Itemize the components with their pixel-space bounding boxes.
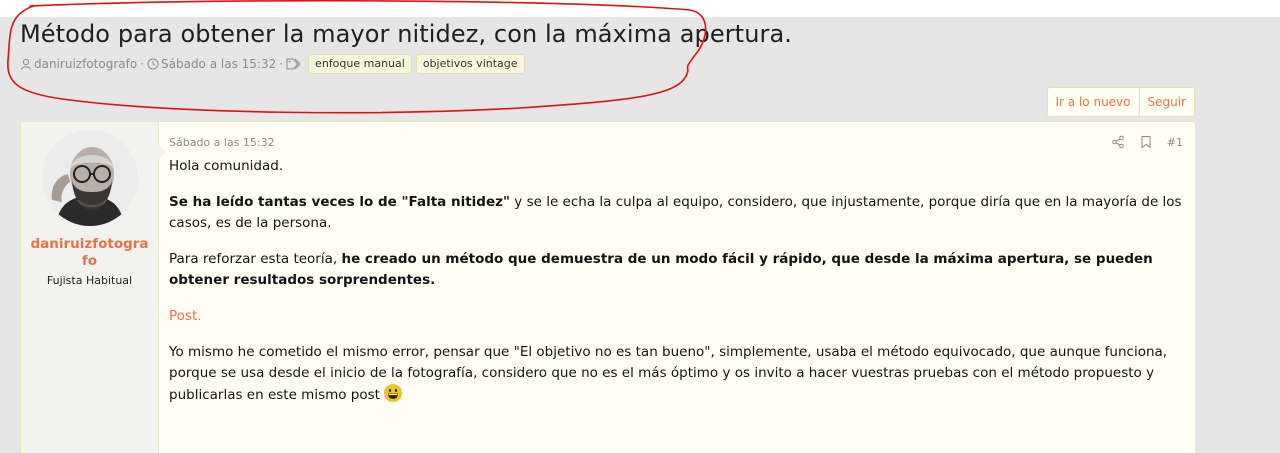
user-icon [20,58,32,70]
share-icon[interactable] [1111,135,1125,149]
avatar[interactable] [41,130,138,226]
post-username[interactable]: daniruizfotografo [30,236,150,270]
post-message: daniruizfotografo Fujista Habitual Sábad… [20,121,1196,453]
tags-icon [286,58,302,70]
post-header: Sábado a las 15:32 #1 [169,134,1183,150]
thread-header: Método para obtener la mayor nitidez, co… [20,18,920,75]
post-paragraph-2-bold: Se ha leído tantas veces lo de "Falta ni… [169,194,510,210]
post-body: Hola comunidad. Se ha leído tantas veces… [169,156,1183,406]
post-paragraph-5-text: Yo mismo he cometido el mismo error, pen… [169,344,1168,403]
post-paragraph-2: Se ha leído tantas veces lo de "Falta ni… [169,192,1183,234]
post-paragraph-3: Para reforzar esta teoría, he creado un … [169,249,1183,291]
clock-icon [147,58,159,70]
tag-enfoque-manual[interactable]: enfoque manual [308,54,412,74]
go-to-new-button[interactable]: Ir a lo nuevo [1048,88,1139,116]
thread-title: Método para obtener la mayor nitidez, co… [20,20,793,48]
post-link[interactable]: Post. [169,308,202,324]
post-paragraph-3-text: Para reforzar esta teoría, [169,251,342,267]
post-tools: #1 [1111,135,1183,149]
thread-meta: daniruizfotografo · Sábado a las 15:32 ·… [20,53,920,75]
thread-actions: Ir a lo nuevo Seguir [1046,87,1195,117]
post-number-link[interactable]: #1 [1167,136,1183,149]
grinning-emoji-icon [384,384,403,402]
thread-date-link[interactable]: Sábado a las 15:32 [161,57,276,71]
meta-separator: · [279,57,284,71]
post-greeting: Hola comunidad. [169,158,284,174]
thread-author-link[interactable]: daniruizfotografo [34,57,137,71]
meta-separator: · [140,57,144,71]
post-user-column: daniruizfotografo Fujista Habitual [21,122,166,453]
post-date-link[interactable]: Sábado a las 15:32 [169,136,275,149]
follow-button[interactable]: Seguir [1138,88,1195,116]
tag-objetivos-vintage[interactable]: objetivos vintage [415,54,525,74]
bookmark-icon[interactable] [1139,135,1153,149]
post-paragraph-4: Post. [169,306,1183,327]
post-content: Sábado a las 15:32 #1 Hola comunidad. Se… [159,122,1195,453]
post-paragraph-5: Yo mismo he cometido el mismo error, pen… [169,342,1183,406]
user-title: Fujista Habitual [46,274,133,287]
